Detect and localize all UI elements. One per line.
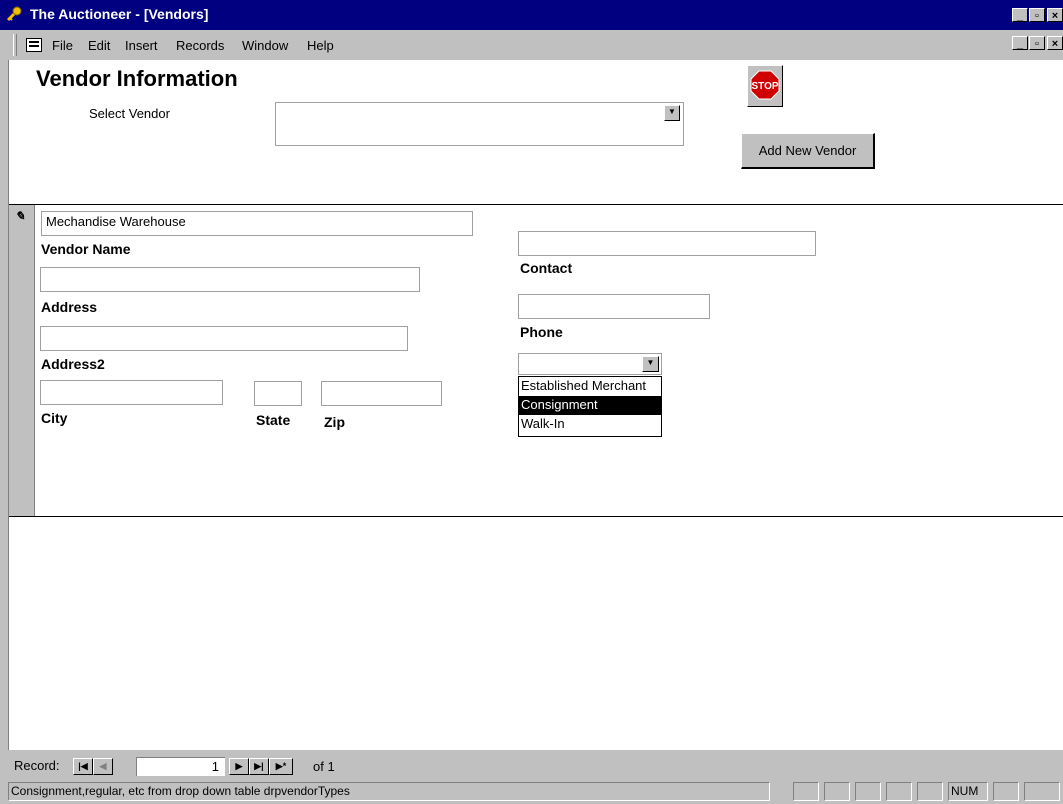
- num-lock-indicator: NUM: [948, 782, 988, 801]
- first-record-button[interactable]: |◀: [73, 758, 93, 775]
- child-restore-button[interactable]: ▫: [1029, 36, 1045, 50]
- city-label: City: [41, 410, 68, 426]
- detail-divider: [9, 516, 1063, 517]
- status-panel: [855, 782, 881, 801]
- new-record-button[interactable]: ▶*: [269, 758, 293, 775]
- stop-button[interactable]: STOP: [747, 65, 783, 107]
- vendor-name-value: Mechandise Warehouse: [46, 214, 186, 229]
- section-divider: [9, 204, 1063, 205]
- status-panel: [824, 782, 850, 801]
- select-vendor-dropdown-arrow[interactable]: ▼: [664, 105, 680, 121]
- stop-sign-icon: STOP: [750, 70, 780, 100]
- vendor-type-option-walk-in[interactable]: Walk-In: [519, 415, 661, 434]
- vendor-name-field[interactable]: Mechandise Warehouse: [41, 211, 473, 236]
- window-title: The Auctioneer - [Vendors]: [30, 6, 209, 22]
- status-text: Consignment,regular, etc from drop down …: [8, 782, 770, 801]
- page-title: Vendor Information: [36, 66, 238, 91]
- address2-label: Address2: [41, 356, 105, 372]
- menu-edit[interactable]: Edit: [88, 38, 110, 53]
- vendor-name-label: Vendor Name: [41, 241, 131, 257]
- title-bar: The Auctioneer - [Vendors] _ ▫ ×: [0, 0, 1063, 30]
- state-label: State: [256, 412, 291, 428]
- menu-insert[interactable]: Insert: [125, 38, 158, 53]
- select-vendor-combo[interactable]: [275, 102, 684, 146]
- status-panel: [917, 782, 943, 801]
- zip-field[interactable]: [321, 381, 442, 406]
- menu-file[interactable]: File: [52, 38, 73, 53]
- record-label: Record:: [14, 758, 60, 773]
- status-panel: [793, 782, 819, 801]
- menu-window[interactable]: Window: [242, 38, 288, 53]
- vendor-type-dropdown-arrow[interactable]: ▼: [642, 356, 659, 372]
- add-new-vendor-button[interactable]: Add New Vendor: [741, 133, 875, 169]
- last-record-button[interactable]: ▶|: [249, 758, 269, 775]
- menu-bar: _ ▫ ×: [0, 30, 1063, 60]
- vendor-type-list: Established Merchant Consignment Walk-In: [518, 376, 662, 437]
- contact-label: Contact: [520, 260, 573, 276]
- app-key-icon: [6, 6, 22, 22]
- form-view-icon[interactable]: [26, 38, 42, 52]
- zip-label: Zip: [324, 414, 345, 430]
- status-panel: [886, 782, 912, 801]
- menu-records[interactable]: Records: [176, 38, 224, 53]
- vendor-type-option-established-merchant[interactable]: Established Merchant: [519, 377, 661, 396]
- select-vendor-label: Select Vendor: [89, 106, 170, 121]
- current-record-field[interactable]: 1: [136, 757, 225, 776]
- stop-sign-label: STOP: [751, 81, 778, 92]
- child-close-button[interactable]: ×: [1047, 36, 1063, 50]
- next-record-button[interactable]: ▶: [229, 758, 249, 775]
- record-selector-bar[interactable]: ✎: [9, 205, 35, 516]
- previous-record-button[interactable]: ◀: [93, 758, 113, 775]
- contact-field[interactable]: [518, 231, 816, 256]
- address-field[interactable]: [40, 267, 420, 292]
- child-minimize-button[interactable]: _: [1012, 36, 1028, 50]
- edit-pencil-icon: ✎: [15, 209, 26, 223]
- vendor-type-combo[interactable]: [518, 353, 662, 375]
- minimize-button[interactable]: _: [1012, 8, 1028, 22]
- phone-field[interactable]: [518, 294, 710, 319]
- address2-field[interactable]: [40, 326, 408, 351]
- vendor-type-option-consignment[interactable]: Consignment: [519, 396, 661, 415]
- status-panel: [993, 782, 1019, 801]
- close-button[interactable]: ×: [1047, 8, 1063, 22]
- menu-help[interactable]: Help: [307, 38, 334, 53]
- state-field[interactable]: [254, 381, 302, 406]
- status-panel: [1024, 782, 1060, 801]
- menu-grip: [13, 34, 17, 56]
- record-count: of 1: [313, 759, 335, 774]
- maximize-button[interactable]: ▫: [1029, 8, 1045, 22]
- phone-label: Phone: [520, 324, 563, 340]
- city-field[interactable]: [40, 380, 223, 405]
- address-label: Address: [41, 299, 98, 315]
